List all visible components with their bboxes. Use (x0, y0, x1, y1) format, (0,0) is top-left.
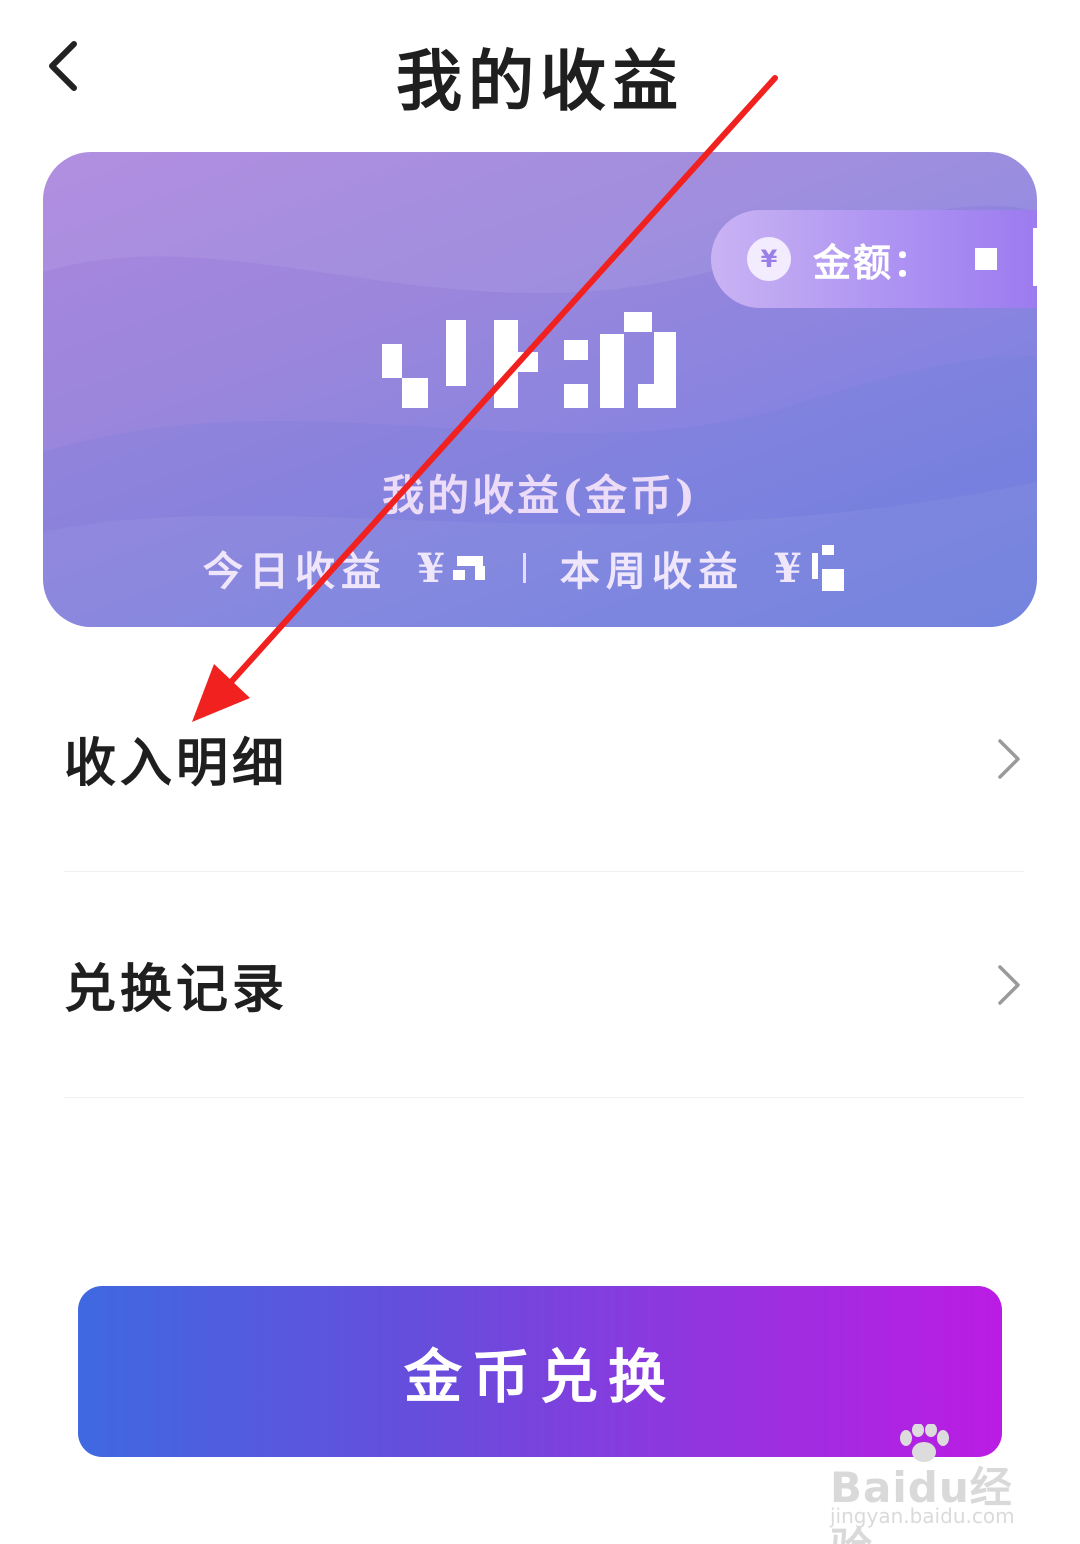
amount-label: 金额： (813, 239, 934, 285)
yen-coin-icon: ¥ (747, 237, 791, 281)
today-earnings-value: ¥ (417, 544, 447, 592)
amount-value-redacted (975, 248, 998, 270)
week-earnings-label: 本周收益 (559, 548, 744, 595)
watermark-url: jingyan.baidu.com (830, 1504, 1015, 1528)
menu-item-income-details[interactable]: 收入明细 (64, 646, 1024, 872)
menu-item-label: 收入明细 (64, 733, 289, 794)
earnings-stats-row: 今日收益 ¥ 本周收益 ¥ (203, 538, 848, 598)
chevron-right-icon (998, 738, 1020, 779)
week-value-redacted (811, 545, 844, 591)
today-value-redacted (452, 556, 485, 580)
pill-edge-mark (1033, 228, 1037, 286)
menu-item-label: 兑换记录 (64, 959, 289, 1020)
coin-exchange-label: 金币兑换 (403, 1342, 676, 1411)
earnings-card: ¥ 金额： 我的收益(金币) 今日收益 ¥ 本周收益 ¥ (43, 152, 1037, 627)
chevron-right-icon (998, 964, 1020, 1005)
menu-item-exchange-records[interactable]: 兑换记录 (64, 872, 1024, 1098)
page-title: 我的收益 (396, 42, 684, 120)
total-earnings-value-redacted (382, 312, 676, 408)
amount-pill[interactable]: ¥ 金额： (711, 210, 1037, 308)
today-earnings-label: 今日收益 (203, 548, 387, 595)
watermark-brand: Baidu经验 (830, 1463, 1013, 1544)
earnings-page: 我的收益 ¥ 金额： 我的收益(金币) 今日收益 ¥ 本周收益 ¥ 收入明细 兑… (0, 0, 1080, 1544)
week-earnings-value: ¥ (773, 544, 804, 592)
baidu-jingyan-watermark: Baidu经验 jingyan.baidu.com (826, 1424, 1026, 1544)
stats-divider (522, 553, 526, 583)
earnings-caption: 我的收益(金币) (382, 471, 698, 520)
